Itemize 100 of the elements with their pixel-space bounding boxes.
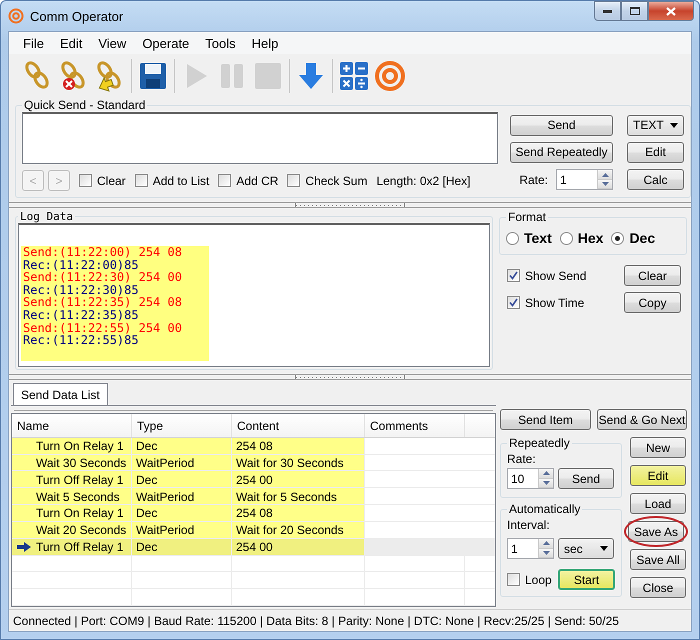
status-text: Connected | Port: COM9 | Baud Rate: 115200 | Data Bits: 8 | Parity: None | DTC: None | Recv:25/25 | Send: 50/25 xyxy=(13,614,619,628)
checkbox[interactable] xyxy=(218,174,232,187)
checkbox[interactable] xyxy=(134,174,148,187)
unit-dropdown[interactable]: sec xyxy=(558,538,614,559)
checkbox-label: Show Send xyxy=(525,268,586,282)
send-repeatedly-button[interactable]: Send Repeatedly xyxy=(510,142,613,163)
table-cell: Wait 20 Seconds xyxy=(36,523,126,538)
table-row[interactable]: Turn Off Relay 1 Dec 254 00 xyxy=(12,538,495,556)
group-title: Format xyxy=(507,210,548,224)
splitter[interactable] xyxy=(9,202,691,208)
list-action-button[interactable]: New xyxy=(630,437,686,458)
table-row[interactable]: Turn Off Relay 1 Dec 254 00 xyxy=(12,471,495,488)
minimize-button[interactable] xyxy=(594,1,621,21)
rate-field[interactable]: 1 xyxy=(557,170,597,190)
table-row[interactable]: Wait 5 Seconds WaitPeriod Wait for 5 Seconds xyxy=(12,488,495,506)
spin-up-icon[interactable] xyxy=(542,471,550,476)
tab[interactable]: Send Data List xyxy=(13,383,108,405)
list-action-button[interactable]: Close xyxy=(630,577,686,598)
table-cell: Wait 30 Seconds xyxy=(36,456,126,470)
table-cell: Turn Off Relay 1 xyxy=(36,540,124,554)
send-item-button[interactable]: Send Item xyxy=(500,409,591,430)
app-logo-icon xyxy=(8,8,24,24)
close-button[interactable] xyxy=(648,1,694,21)
table-cell: WaitPeriod xyxy=(136,456,194,470)
checkbox-label: Check Sum xyxy=(305,174,368,188)
checkbox[interactable] xyxy=(507,296,520,309)
save-icon xyxy=(138,61,168,91)
spin-box[interactable]: 10 xyxy=(507,468,554,489)
pause-icon xyxy=(218,61,246,91)
column-header[interactable]: Name xyxy=(12,414,132,437)
menu-item[interactable]: Help xyxy=(244,34,286,52)
maximize-icon xyxy=(630,7,640,15)
spin-box[interactable]: 1 xyxy=(556,169,613,190)
send-go-next-button[interactable]: Send & Go Next xyxy=(597,409,687,430)
table-cell: Wait 5 Seconds xyxy=(36,490,120,504)
spin-down-icon[interactable] xyxy=(542,480,550,485)
table-row[interactable]: Turn On Relay 1 Dec 254 08 xyxy=(12,505,495,522)
calc-button[interactable]: Calc xyxy=(627,169,684,190)
list-action-button[interactable]: Save All xyxy=(630,549,686,570)
interval-field[interactable]: 1 xyxy=(508,539,538,558)
format-dropdown[interactable]: TEXT xyxy=(627,114,684,136)
rate-field[interactable]: 10 xyxy=(508,469,538,488)
column-header[interactable]: Comments xyxy=(365,414,465,437)
down-arrow-icon xyxy=(297,61,325,91)
table-cell: Dec xyxy=(136,472,158,487)
menu-item[interactable]: Edit xyxy=(52,34,90,52)
table-cell: Turn On Relay 1 xyxy=(36,506,124,520)
table-row[interactable]: Wait 30 Seconds WaitPeriod Wait for 30 Seconds xyxy=(12,454,495,472)
send-button[interactable]: Send xyxy=(510,114,613,136)
group-title: Log Data xyxy=(19,210,74,223)
menu-item[interactable]: File xyxy=(15,34,52,52)
table-cell: Wait for 30 Seconds xyxy=(236,456,344,470)
stop-icon xyxy=(254,61,282,91)
circled-button[interactable]: Save As xyxy=(624,516,688,547)
checkbox[interactable] xyxy=(507,573,520,586)
checkbox-label: Show Time xyxy=(525,296,584,310)
minimize-icon xyxy=(603,10,612,12)
start-button[interactable]: Start xyxy=(558,569,615,590)
clear-button[interactable]: Clear xyxy=(624,265,681,286)
maximize-button[interactable] xyxy=(621,1,648,21)
send-button[interactable]: Send xyxy=(558,468,614,489)
list-action-button[interactable]: Load xyxy=(630,493,686,514)
log-line: Rec:(11:22:55)85 xyxy=(23,334,140,347)
menu-item[interactable]: Tools xyxy=(197,34,244,52)
log-line: Rec:(11:22:00)85 xyxy=(23,258,140,272)
table-row[interactable]: Wait 20 Seconds WaitPeriod Wait for 20 Seconds xyxy=(12,522,495,539)
radio-button[interactable] xyxy=(560,232,573,244)
log-line: Rec:(11:22:30)85 xyxy=(23,284,140,296)
checkbox-label: Add CR xyxy=(236,174,278,188)
spin-down-icon[interactable] xyxy=(542,550,550,555)
edit-button[interactable]: Edit xyxy=(627,142,684,163)
checkbox[interactable] xyxy=(507,269,520,282)
spin-up-icon[interactable] xyxy=(602,172,608,177)
list-action-button[interactable]: Edit xyxy=(630,465,686,486)
radio-button[interactable] xyxy=(611,232,624,244)
checkbox-label: Clear xyxy=(97,174,126,188)
menu-item[interactable]: View xyxy=(90,34,134,52)
message-field[interactable] xyxy=(22,112,498,164)
checkbox-label: Loop xyxy=(525,572,552,586)
rate-label: Rate: xyxy=(519,172,548,187)
column-header[interactable]: Content xyxy=(232,414,365,437)
radio-label: Hex xyxy=(578,230,604,246)
group-title: Quick Send - Standard xyxy=(23,98,146,112)
arrow-icon xyxy=(17,542,31,552)
group-title: Repeatedly xyxy=(508,436,571,450)
copy-button[interactable]: Copy xyxy=(624,292,681,313)
radio-button[interactable] xyxy=(506,232,519,244)
menu-item[interactable]: Operate xyxy=(134,34,198,52)
log-line: Send:(11:22:00) 254 08 xyxy=(23,246,183,259)
table-cell: 254 08 xyxy=(236,506,273,520)
column-header[interactable]: Type xyxy=(132,414,232,437)
splitter[interactable] xyxy=(9,374,691,380)
table-cell: 254 00 xyxy=(236,472,273,487)
checkbox[interactable] xyxy=(287,174,300,187)
checkbox[interactable] xyxy=(79,174,92,187)
spin-up-icon[interactable] xyxy=(542,541,550,546)
spin-down-icon[interactable] xyxy=(602,182,608,186)
spin-box[interactable]: 1 xyxy=(507,538,554,559)
table-cell: Dec xyxy=(136,540,158,554)
table-row[interactable]: Turn On Relay 1 Dec 254 08 xyxy=(12,438,495,455)
